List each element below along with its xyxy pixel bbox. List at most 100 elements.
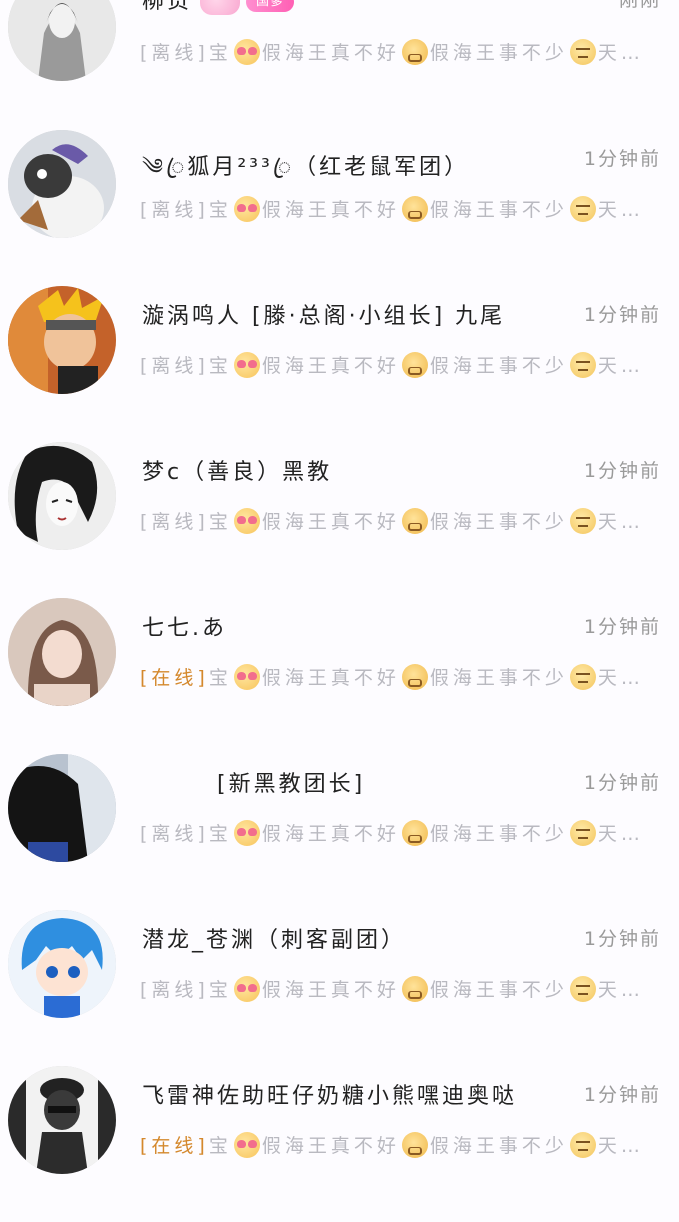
preview-text: 天…	[597, 511, 644, 533]
preview-text: 假海王事不少	[429, 667, 568, 689]
contact-name: [新黑教团长]	[142, 772, 366, 797]
meh-emoji-icon	[569, 1131, 596, 1158]
preview-text: 假海王事不少	[429, 355, 568, 377]
preview-text: 假海王事不少	[429, 979, 568, 1001]
dark-figure-avatar-icon	[8, 754, 116, 862]
love-emoji-icon	[233, 1131, 260, 1158]
blue-hair-anime-avatar-icon	[8, 910, 116, 1018]
avatar[interactable]	[8, 442, 116, 550]
status-offline-label: [离线]	[140, 199, 209, 221]
preview-text: 天…	[597, 1135, 644, 1157]
preview-text: 假海王真不好	[261, 511, 400, 533]
meh-emoji-icon	[569, 819, 596, 846]
status-online-label: [在线]	[140, 667, 209, 689]
chat-row[interactable]: 七七.あ 1分钟前 [在线] 宝 假海王真不好 假海王事不少 天…	[0, 598, 679, 754]
status-offline-label: [离线]	[140, 355, 209, 377]
avatar[interactable]	[8, 130, 116, 238]
angry-emoji-icon	[401, 195, 428, 222]
status-offline-label: [离线]	[140, 979, 209, 1001]
meh-emoji-icon	[569, 507, 596, 534]
meh-emoji-icon	[569, 195, 596, 222]
preview-text: 假海王事不少	[429, 511, 568, 533]
message-preview: [离线] 宝 假海王真不好 假海王事不少 天…	[140, 975, 660, 1002]
woman-photo-avatar-icon	[8, 598, 116, 706]
contact-name: 飞雷神佐助旺仔奶糖小熊嘿迪奥哒	[142, 1084, 518, 1109]
angry-emoji-icon	[401, 1131, 428, 1158]
angry-emoji-icon	[401, 38, 428, 65]
preview-text: 宝	[208, 42, 232, 64]
message-time: 刚刚	[618, 0, 661, 11]
message-time: 1分钟前	[583, 460, 661, 482]
status-offline-label: [离线]	[140, 42, 209, 64]
preview-text: 假海王事不少	[429, 823, 568, 845]
contact-name: 七七.あ	[142, 616, 227, 641]
love-emoji-icon	[233, 663, 260, 690]
message-preview: [在线] 宝 假海王真不好 假海王事不少 天…	[140, 663, 660, 690]
avatar[interactable]	[8, 754, 116, 862]
preview-text: 假海王真不好	[261, 1135, 400, 1157]
preview-text: 假海王真不好	[261, 42, 400, 64]
meh-emoji-icon	[569, 975, 596, 1002]
meh-emoji-icon	[569, 663, 596, 690]
love-emoji-icon	[233, 38, 260, 65]
preview-text: 宝	[208, 1135, 232, 1157]
message-time: 1分钟前	[583, 616, 661, 638]
preview-text: 天…	[597, 823, 644, 845]
avatar[interactable]	[8, 598, 116, 706]
angry-emoji-icon	[401, 663, 428, 690]
message-preview: [离线] 宝 假海王真不好 假海王事不少 天…	[140, 195, 660, 222]
meh-emoji-icon	[569, 351, 596, 378]
ninja-avatar-icon	[8, 286, 116, 394]
preview-text: 宝	[208, 511, 232, 533]
message-preview: [离线] 宝 假海王真不好 假海王事不少 天…	[140, 38, 660, 65]
message-preview: [离线] 宝 假海王真不好 假海王事不少 天…	[140, 819, 660, 846]
contact-name: 柳贡 国爹	[142, 0, 295, 15]
message-preview: [离线] 宝 假海王真不好 假海王事不少 天…	[140, 507, 660, 534]
chat-row[interactable]: 梦c（善良）黑教 1分钟前 [离线] 宝 假海王真不好 假海王事不少 天…	[0, 442, 679, 598]
message-time: 1分钟前	[583, 1084, 661, 1106]
chat-row[interactable]: 柳贡 国爹 刚刚 [离线] 宝 假海王真不好 假海王事不少 天…	[0, 0, 679, 129]
avatar[interactable]	[8, 910, 116, 1018]
angry-emoji-icon	[401, 507, 428, 534]
avatar[interactable]	[8, 0, 116, 81]
penguin-avatar-icon	[8, 130, 116, 238]
preview-text: 天…	[597, 42, 644, 64]
message-time: 1分钟前	[583, 148, 661, 170]
cartoon-man-avatar-icon	[8, 1066, 116, 1174]
preview-text: 天…	[597, 667, 644, 689]
message-preview: [离线] 宝 假海王真不好 假海王事不少 天…	[140, 351, 660, 378]
chat-row[interactable]: 漩涡鸣人 [滕·总阁·小组长] 九尾 1分钟前 [离线] 宝 假海王真不好 假海…	[0, 286, 679, 442]
status-offline-label: [离线]	[140, 823, 209, 845]
preview-text: 假海王真不好	[261, 823, 400, 845]
message-time: 1分钟前	[583, 304, 661, 326]
preview-text: 宝	[208, 199, 232, 221]
preview-text: 宝	[208, 667, 232, 689]
message-preview: [在线] 宝 假海王真不好 假海王事不少 天…	[140, 1131, 660, 1158]
ink-girl-avatar-icon	[8, 442, 116, 550]
avatar[interactable]	[8, 286, 116, 394]
preview-text: 宝	[208, 823, 232, 845]
meh-emoji-icon	[569, 38, 596, 65]
girl-sketch-avatar-icon	[8, 0, 116, 81]
chat-row[interactable]: [新黑教团长] 1分钟前 [离线] 宝 假海王真不好 假海王事不少 天…	[0, 754, 679, 910]
love-emoji-icon	[233, 351, 260, 378]
preview-text: 天…	[597, 355, 644, 377]
preview-text: 假海王真不好	[261, 667, 400, 689]
preview-text: 假海王事不少	[429, 1135, 568, 1157]
love-emoji-icon	[233, 975, 260, 1002]
preview-text: 假海王真不好	[261, 355, 400, 377]
chat-row[interactable]: ༄ꦿ狐月²³³ꦿ（红老鼠军团） 1分钟前 [离线] 宝 假海王真不好 假海王事不…	[0, 130, 679, 286]
preview-text: 天…	[597, 979, 644, 1001]
angry-emoji-icon	[401, 975, 428, 1002]
love-emoji-icon	[233, 507, 260, 534]
avatar[interactable]	[8, 1066, 116, 1174]
chat-row[interactable]: 飞雷神佐助旺仔奶糖小熊嘿迪奥哒 1分钟前 [在线] 宝 假海王真不好 假海王事不…	[0, 1066, 679, 1222]
status-offline-label: [离线]	[140, 511, 209, 533]
angry-emoji-icon	[401, 351, 428, 378]
preview-text: 宝	[208, 979, 232, 1001]
status-badge: 国爹	[246, 0, 295, 12]
contact-name: 潜龙_苍渊（刺客副团）	[142, 928, 407, 953]
angry-emoji-icon	[401, 819, 428, 846]
chat-row[interactable]: 潜龙_苍渊（刺客副团） 1分钟前 [离线] 宝 假海王真不好 假海王事不少 天…	[0, 910, 679, 1066]
preview-text: 天…	[597, 199, 644, 221]
